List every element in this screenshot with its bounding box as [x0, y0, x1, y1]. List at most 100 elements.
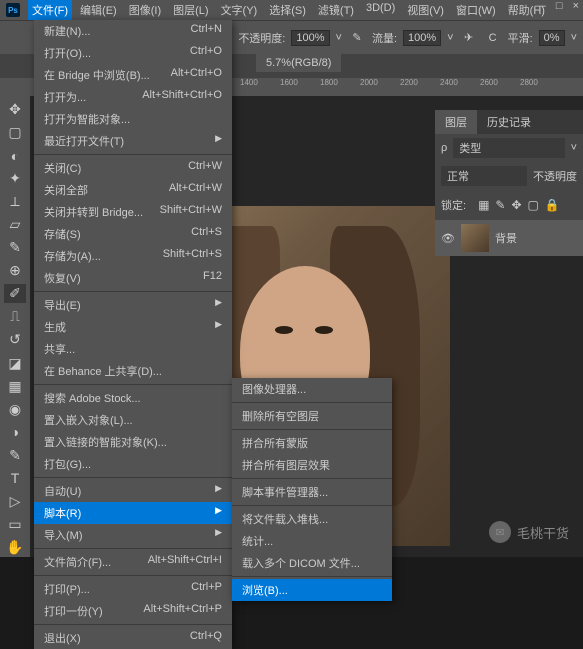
history-brush-tool-icon[interactable]: ↺ — [4, 330, 26, 349]
minimize-icon[interactable]: — — [535, 0, 546, 12]
lock-artboard-icon[interactable]: ▢ — [528, 198, 539, 212]
scripts-menu-item[interactable]: 浏览(B)... — [232, 579, 392, 601]
layer-name[interactable]: 背景 — [495, 230, 517, 246]
file-menu-item[interactable]: 恢复(V)F12 — [34, 267, 232, 289]
scripts-menu-item[interactable]: 拼合所有图层效果 — [232, 454, 392, 476]
scripts-menu-item[interactable]: 脚本事件管理器... — [232, 481, 392, 503]
close-icon[interactable]: × — [573, 0, 579, 12]
menu-filter[interactable]: 滤镜(T) — [314, 0, 358, 20]
healing-tool-icon[interactable]: ⊕ — [4, 261, 26, 280]
file-menu-item[interactable]: 共享... — [34, 338, 232, 360]
kind-filter-select[interactable]: 类型 — [453, 138, 564, 158]
menu-file[interactable]: 文件(F) — [28, 0, 72, 20]
chevron-down-icon[interactable]: ˅ — [447, 32, 453, 44]
file-menu-item[interactable]: 打开(O)...Ctrl+O — [34, 42, 232, 64]
file-menu-item[interactable]: 关闭(C)Ctrl+W — [34, 157, 232, 179]
file-menu-item[interactable]: 文件简介(F)...Alt+Shift+Ctrl+I — [34, 551, 232, 573]
lock-all-icon[interactable]: 🔒 — [545, 198, 560, 212]
smoothing-value[interactable]: 0% — [539, 30, 565, 46]
file-menu-item[interactable]: 打包(G)... — [34, 453, 232, 475]
file-menu-item[interactable]: 置入嵌入对象(L)... — [34, 409, 232, 431]
menu-image[interactable]: 图像(I) — [125, 0, 165, 20]
menu-view[interactable]: 视图(V) — [403, 0, 448, 20]
file-menu-item[interactable]: 导出(E)▶ — [34, 294, 232, 316]
dodge-tool-icon[interactable]: ◑ — [4, 423, 26, 442]
file-menu-item[interactable]: 导入(M)▶ — [34, 524, 232, 546]
file-menu-item[interactable]: 搜索 Adobe Stock... — [34, 387, 232, 409]
menu-layer[interactable]: 图层(L) — [169, 0, 212, 20]
scripts-menu-item[interactable]: 删除所有空图层 — [232, 405, 392, 427]
chevron-down-icon[interactable]: ˅ — [571, 32, 577, 44]
submenu-arrow-icon: ▶ — [215, 319, 222, 335]
crop-tool-icon[interactable]: ⟂ — [4, 192, 26, 211]
tab-history[interactable]: 历史记录 — [477, 110, 541, 134]
pressure-opacity-icon[interactable]: ✎ — [348, 29, 366, 47]
pen-tool-icon[interactable]: ✎ — [4, 446, 26, 465]
airbrush-icon[interactable]: ✈ — [460, 29, 478, 47]
menu-window[interactable]: 窗口(W) — [452, 0, 500, 20]
marquee-tool-icon[interactable]: ▢ — [4, 123, 26, 142]
lasso-tool-icon[interactable]: ◐ — [4, 146, 26, 165]
lock-transparent-icon[interactable]: ▦ — [478, 198, 489, 212]
type-tool-icon[interactable]: T — [4, 469, 26, 488]
file-menu-item[interactable]: 置入链接的智能对象(K)... — [34, 431, 232, 453]
maximize-icon[interactable]: □ — [556, 0, 563, 12]
file-menu-item[interactable]: 新建(N)...Ctrl+N — [34, 20, 232, 42]
brush-tool-icon[interactable]: ✐ — [4, 284, 26, 303]
visibility-eye-icon[interactable]: 👁 — [441, 232, 455, 245]
chevron-down-icon[interactable]: ˅ — [336, 32, 342, 44]
tab-layers[interactable]: 图层 — [435, 110, 477, 134]
scripts-menu-item[interactable]: 图像处理器... — [232, 378, 392, 400]
flow-value[interactable]: 100% — [403, 30, 441, 46]
file-menu-item[interactable]: 打开为智能对象... — [34, 108, 232, 130]
move-tool-icon[interactable]: ✥ — [4, 100, 26, 119]
file-menu-item[interactable]: 关闭全部Alt+Ctrl+W — [34, 179, 232, 201]
file-menu-item[interactable]: 关闭并转到 Bridge...Shift+Ctrl+W — [34, 201, 232, 223]
smoothing-icon[interactable]: C — [484, 29, 502, 47]
scripts-menu-item[interactable]: 统计... — [232, 530, 392, 552]
menu-item-shortcut: Ctrl+W — [188, 160, 222, 176]
lock-position-icon[interactable]: ✥ — [511, 198, 521, 212]
file-menu-item[interactable]: 生成▶ — [34, 316, 232, 338]
menu-type[interactable]: 文字(Y) — [217, 0, 262, 20]
chevron-down-icon[interactable]: ˅ — [571, 142, 577, 154]
file-menu-item[interactable]: 在 Bridge 中浏览(B)...Alt+Ctrl+O — [34, 64, 232, 86]
eyedropper-tool-icon[interactable]: ✎ — [4, 238, 26, 257]
quick-select-tool-icon[interactable]: ✦ — [4, 169, 26, 188]
file-menu-item[interactable]: 打开为...Alt+Shift+Ctrl+O — [34, 86, 232, 108]
file-menu-item[interactable]: 存储(S)Ctrl+S — [34, 223, 232, 245]
submenu-arrow-icon: ▶ — [215, 133, 222, 149]
shape-tool-icon[interactable]: ▭ — [4, 515, 26, 534]
file-menu-item[interactable]: 脚本(R)▶ — [34, 502, 232, 524]
layer-thumbnail[interactable] — [461, 224, 489, 252]
frame-tool-icon[interactable]: ▱ — [4, 215, 26, 234]
flow-label: 流量: — [372, 30, 397, 46]
path-select-tool-icon[interactable]: ▷ — [4, 492, 26, 511]
lock-image-icon[interactable]: ✎ — [495, 198, 505, 212]
menu-3d[interactable]: 3D(D) — [362, 0, 399, 20]
file-menu-item[interactable]: 存储为(A)...Shift+Ctrl+S — [34, 245, 232, 267]
submenu-arrow-icon: ▶ — [215, 527, 222, 543]
blur-tool-icon[interactable]: ◉ — [4, 400, 26, 419]
file-menu-item[interactable]: 打印(P)...Ctrl+P — [34, 578, 232, 600]
file-menu-item[interactable]: 自动(U)▶ — [34, 480, 232, 502]
document-tab[interactable]: 5.7%(RGB/8) — [256, 54, 341, 72]
gradient-tool-icon[interactable]: ▦ — [4, 377, 26, 396]
blend-mode-select[interactable]: 正常 — [441, 166, 527, 186]
hand-tool-icon[interactable]: ✋ — [4, 538, 26, 557]
layer-row[interactable]: 👁 背景 — [435, 220, 583, 256]
menu-select[interactable]: 选择(S) — [265, 0, 310, 20]
menu-separator — [34, 548, 232, 549]
eraser-tool-icon[interactable]: ◪ — [4, 354, 26, 373]
menu-separator — [232, 576, 392, 577]
file-menu-item[interactable]: 最近打开文件(T)▶ — [34, 130, 232, 152]
file-menu-item[interactable]: 在 Behance 上共享(D)... — [34, 360, 232, 382]
menu-edit[interactable]: 编辑(E) — [76, 0, 121, 20]
file-menu-item[interactable]: 打印一份(Y)Alt+Shift+Ctrl+P — [34, 600, 232, 622]
stamp-tool-icon[interactable]: ⎍ — [4, 307, 26, 326]
scripts-menu-item[interactable]: 拼合所有蒙版 — [232, 432, 392, 454]
opacity-value[interactable]: 100% — [291, 30, 329, 46]
scripts-menu-item[interactable]: 将文件载入堆栈... — [232, 508, 392, 530]
file-menu-item[interactable]: 退出(X)Ctrl+Q — [34, 627, 232, 649]
scripts-menu-item[interactable]: 载入多个 DICOM 文件... — [232, 552, 392, 574]
